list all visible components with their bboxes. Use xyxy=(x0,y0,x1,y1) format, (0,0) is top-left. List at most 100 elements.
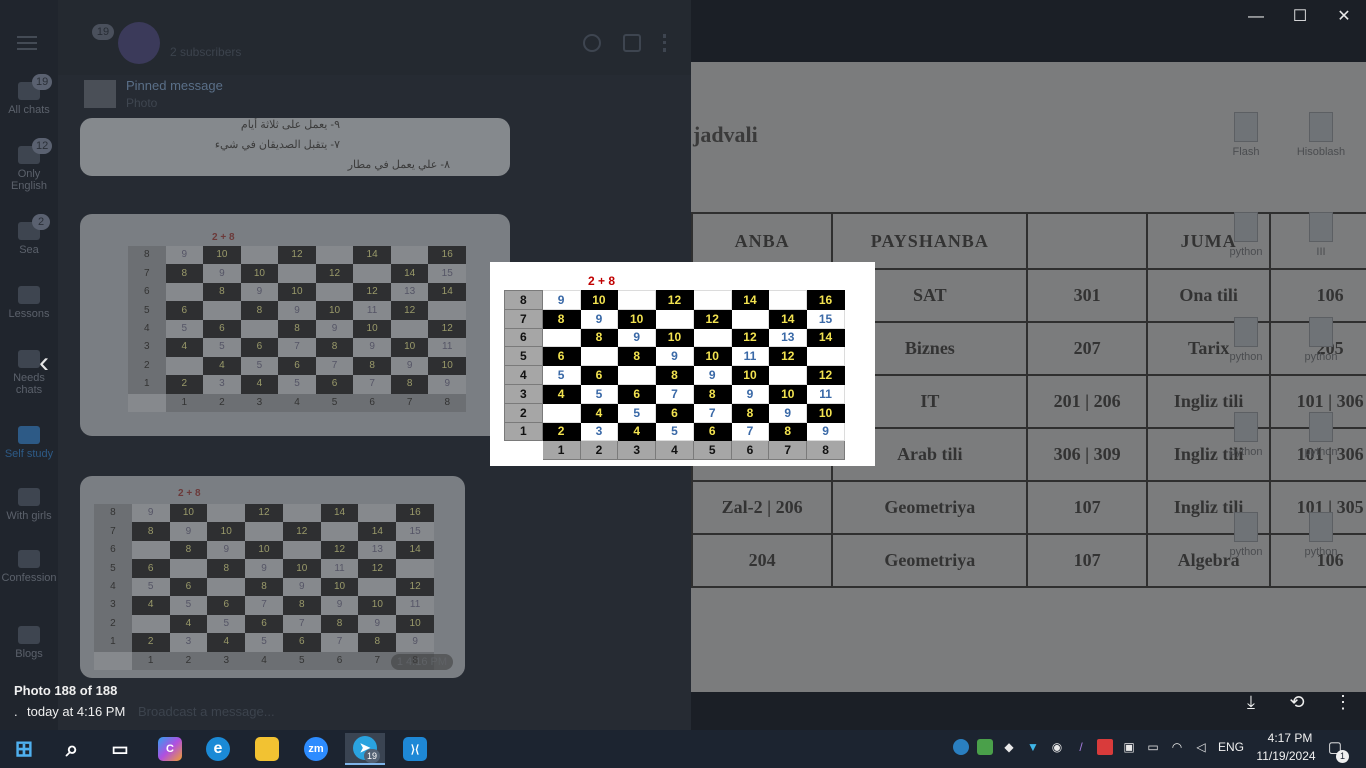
message-bubble[interactable]: ٩- يعمل على ثلاثة أيام ٧- يتقبل الصديقان… xyxy=(80,118,510,176)
grid-row: 5 6 8 9 10 11 12 xyxy=(504,346,845,367)
vscode-icon: ⟩⟨ xyxy=(403,737,427,761)
grid-cell: 12 xyxy=(353,282,391,302)
grid-row: 2 4 5 6 7 8 9 10 xyxy=(504,402,845,423)
desktop-icon[interactable]: python xyxy=(1286,512,1356,558)
folder-lessons[interactable]: Lessons xyxy=(0,286,58,320)
download-icon[interactable]: ⤓ xyxy=(1238,690,1264,714)
grid-cell: 7 xyxy=(730,421,770,442)
more-options-icon[interactable]: ⋮ xyxy=(1330,690,1356,714)
grid-cell: 6 xyxy=(245,614,283,634)
schedule-cell: 204 xyxy=(691,533,834,588)
maximize-button[interactable]: ☐ xyxy=(1278,4,1322,30)
grid-cell: 4 xyxy=(165,338,204,357)
clock-date[interactable]: 11/19/2024 xyxy=(1251,749,1321,763)
grid-cell: 9 xyxy=(390,356,429,376)
grid-cell: 12 xyxy=(655,290,694,310)
folder-blogs[interactable]: Blogs xyxy=(0,626,58,660)
photo-message[interactable]: 2 + 8 8 9 10 12 14 16 7 8 9 10 12 14 15 6 8 9 10 12 13 14 5 6… xyxy=(80,214,510,436)
battery-icon[interactable]: ▭ xyxy=(1145,739,1161,755)
document-title: jadvali xyxy=(693,122,758,147)
search-button[interactable]: ⌕ xyxy=(52,733,92,765)
grid-cell: 8 xyxy=(768,421,808,442)
desktop-icon[interactable]: python xyxy=(1211,317,1281,363)
schedule-cell: 207 xyxy=(1026,321,1148,376)
grid-cell: 12 xyxy=(315,264,354,283)
grid-cell: 10 xyxy=(203,246,241,265)
more-icon[interactable] xyxy=(663,34,667,52)
edge-button[interactable]: e xyxy=(198,733,238,765)
folder-with-girls[interactable]: With girls xyxy=(0,488,58,522)
grid-cell xyxy=(240,319,279,339)
language-indicator[interactable]: ENG xyxy=(1218,740,1244,754)
rotate-icon[interactable]: ⟲ xyxy=(1284,690,1310,714)
previous-photo-button[interactable]: ‹ xyxy=(30,348,58,380)
vscode-button[interactable]: ⟩⟨ xyxy=(395,733,435,765)
viewer-photo[interactable]: 2 + 8 8 9 10 12 14 16 7 8 9 10 12 14 15 6 8 9 10 12 13 14 5 6… xyxy=(490,262,875,466)
grid-row: 4 5 6 8 9 10 12 xyxy=(504,365,845,385)
grid-cell: 9 xyxy=(730,383,770,404)
folder-all-chats[interactable]: 19 All chats xyxy=(0,74,58,116)
back-unread-badge[interactable]: 19 xyxy=(92,24,114,40)
tray-app-icon[interactable] xyxy=(977,739,993,755)
search-icon[interactable] xyxy=(583,34,601,52)
grid-cell: 1 xyxy=(94,633,132,652)
desktop-icon[interactable]: python xyxy=(1211,412,1281,458)
grid-cell xyxy=(768,365,808,385)
search-icon: ⌕ xyxy=(65,736,79,761)
grid-cell: 5 xyxy=(282,651,321,670)
pinned-message[interactable]: Pinned message Photo xyxy=(78,76,678,116)
pen-icon[interactable]: / xyxy=(1073,739,1089,755)
folder-only-english[interactable]: 12 Only English xyxy=(0,138,58,192)
close-button[interactable]: ✕ xyxy=(1322,4,1366,30)
grid-cell: 5 xyxy=(169,596,208,615)
file-explorer-button[interactable]: ▬ xyxy=(247,733,287,765)
zoom-button[interactable]: zm xyxy=(296,733,336,765)
desktop-icon[interactable]: Flash xyxy=(1211,112,1281,158)
grid-cell: 9 xyxy=(541,290,581,310)
volume-icon[interactable]: ◁ xyxy=(1193,739,1209,755)
grid-cell: 3 xyxy=(207,651,246,670)
grid-cell: 16 xyxy=(428,246,466,265)
desktop-icon[interactable]: III xyxy=(1286,212,1356,258)
grid-cell: 15 xyxy=(396,522,434,541)
desktop-icon[interactable]: python xyxy=(1211,212,1281,258)
menu-icon[interactable] xyxy=(17,36,37,50)
desktop-icon[interactable]: python xyxy=(1286,317,1356,363)
grid-cell: 4 xyxy=(655,440,694,461)
folder-confession[interactable]: Confession xyxy=(0,550,58,584)
clock-time[interactable]: 4:17 PM xyxy=(1259,731,1321,745)
grid-cell: 7 xyxy=(94,522,132,541)
wifi-icon[interactable]: ◠ xyxy=(1169,739,1185,755)
minimize-button[interactable]: — xyxy=(1234,4,1278,30)
copilot-button[interactable]: C xyxy=(150,733,190,765)
message-input[interactable]: Broadcast a message... xyxy=(138,704,275,719)
grid-cell: 8 xyxy=(428,393,466,412)
grid-cell: 4 xyxy=(278,393,316,412)
folder-label: Sea xyxy=(19,244,39,256)
chat-subtitle: 2 subscribers xyxy=(170,45,242,59)
file-icon xyxy=(1309,112,1333,142)
defender-icon[interactable]: ◆ xyxy=(1001,739,1017,755)
photo-message[interactable]: 2 + 8 8 9 10 12 14 16 7 8 9 10 12 14 15 6 8 9 10 12 13 14 5 6… xyxy=(80,476,465,678)
task-view-button[interactable]: ▭ xyxy=(100,733,140,765)
folder-sea[interactable]: 2 Sea xyxy=(0,214,58,256)
vpn-icon[interactable]: ▼ xyxy=(1025,739,1041,755)
grid-cell: 5 xyxy=(245,633,283,652)
grid-cell: 9 xyxy=(282,577,321,597)
recorder-icon[interactable] xyxy=(1097,739,1113,755)
grid-cell: 11 xyxy=(353,301,391,320)
device-icon[interactable]: ▣ xyxy=(1121,739,1137,755)
grid-cell: 6 xyxy=(541,346,581,367)
desktop-icon[interactable]: Hisoblash xyxy=(1286,112,1356,158)
folder-self-study[interactable]: Self study xyxy=(0,426,58,460)
folder-label: With girls xyxy=(6,510,52,522)
avatar[interactable] xyxy=(118,22,160,64)
sidebar-icon[interactable] xyxy=(623,34,641,52)
grid-cell: 11 xyxy=(396,596,434,615)
desktop-icon[interactable]: python xyxy=(1211,512,1281,558)
desktop-icon[interactable]: python xyxy=(1286,412,1356,458)
start-button[interactable]: ⊞ xyxy=(4,733,44,765)
chat-header: 19 2 subscribers xyxy=(58,0,691,75)
tray-app-icon[interactable] xyxy=(953,739,969,755)
obs-icon[interactable]: ◉ xyxy=(1049,739,1065,755)
